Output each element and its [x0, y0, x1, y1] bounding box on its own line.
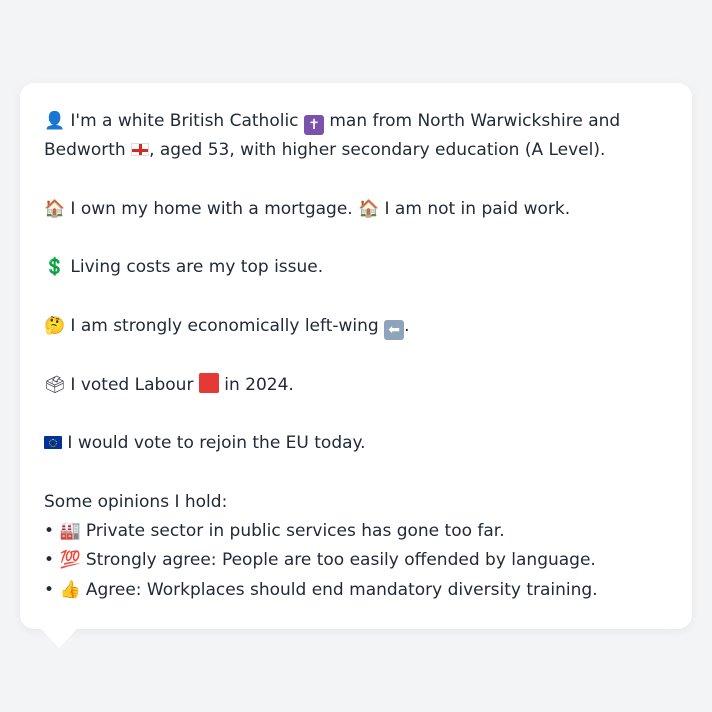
eu-line: I would vote to rejoin the EU today.	[44, 429, 668, 458]
economics-line: 🤔 I am strongly economically left-wing ⬅…	[44, 312, 668, 341]
england-flag-icon	[131, 143, 150, 157]
intro-line-2: Bedworth , aged 53, with higher secondar…	[44, 136, 668, 165]
list-item: • 🏭 Private sector in public services ha…	[44, 517, 668, 546]
housing-line: 🏠 I own my home with a mortgage. 🏠 I am …	[44, 195, 668, 224]
bullet: •	[44, 550, 55, 571]
vote-line: 🗳 I voted Labour in 2024.	[44, 371, 668, 400]
ballot-box-icon: 🗳	[44, 374, 66, 395]
vote-text-b: in 2024.	[224, 374, 294, 395]
issue-text: Living costs are my top issue.	[70, 257, 324, 278]
list-item: • 👍 Agree: Workplaces should end mandato…	[44, 576, 668, 605]
speech-bubble-tail	[41, 629, 77, 648]
intro-text-d: , aged 53, with higher secondary educati…	[149, 140, 606, 161]
vote-text-a: I voted Labour	[70, 374, 194, 395]
latin-cross-icon: ✝	[303, 115, 324, 135]
opinion-text: Agree: Workplaces should end mandatory d…	[85, 579, 598, 600]
red-square-icon	[198, 372, 219, 393]
opinion-text: Private sector in public services has go…	[85, 521, 505, 542]
hundred-points-icon: 💯	[59, 550, 81, 571]
housing-paragraph: 🏠 I own my home with a mortgage. 🏠 I am …	[44, 195, 668, 224]
vote-paragraph: 🗳 I voted Labour in 2024.	[44, 371, 668, 400]
house-icon: 🏠	[44, 198, 66, 219]
opinions-paragraph: Some opinions I hold: • 🏭 Private sector…	[44, 488, 668, 605]
intro-line-1: 👤 I'm a white British Catholic ✝ man fro…	[44, 107, 668, 136]
issue-paragraph: 💲 Living costs are my top issue.	[44, 253, 668, 282]
factory-icon: 🏭	[59, 521, 81, 542]
thumbs-up-icon: 👍	[59, 579, 81, 600]
opinion-text: Strongly agree: People are too easily of…	[85, 550, 596, 571]
intro-paragraph: 👤 I'm a white British Catholic ✝ man fro…	[44, 107, 668, 166]
intro-text-b: man from North Warwickshire and	[329, 111, 621, 131]
intro-text-c: Bedworth	[44, 140, 126, 161]
house-icon: 🏠	[358, 198, 380, 219]
economics-paragraph: 🤔 I am strongly economically left-wing ⬅…	[44, 312, 668, 341]
thinking-face-icon: 🤔	[44, 316, 66, 337]
dollar-sign-icon: 💲	[44, 257, 66, 278]
opinions-heading: Some opinions I hold:	[44, 491, 228, 512]
bust-in-silhouette-icon: 👤	[44, 111, 66, 131]
list-item: • 💯 Strongly agree: People are too easil…	[44, 546, 668, 575]
economics-text: I am strongly economically left-wing	[70, 316, 379, 337]
housing-text-b: I am not in paid work.	[384, 198, 571, 219]
eu-flag-icon	[44, 436, 62, 450]
persona-card: 👤 I'm a white British Catholic ✝ man fro…	[20, 83, 692, 629]
housing-text-a: I own my home with a mortgage.	[70, 198, 353, 219]
left-arrow-icon: ⬅	[384, 320, 405, 341]
eu-text: I would vote to rejoin the EU today.	[67, 433, 366, 454]
issue-line: 💲 Living costs are my top issue.	[44, 253, 668, 282]
eu-paragraph: I would vote to rejoin the EU today.	[44, 429, 668, 458]
intro-text-a: I'm a white British Catholic	[70, 111, 299, 131]
bullet: •	[44, 579, 55, 600]
economics-suffix: .	[404, 316, 410, 337]
bullet: •	[44, 521, 55, 542]
